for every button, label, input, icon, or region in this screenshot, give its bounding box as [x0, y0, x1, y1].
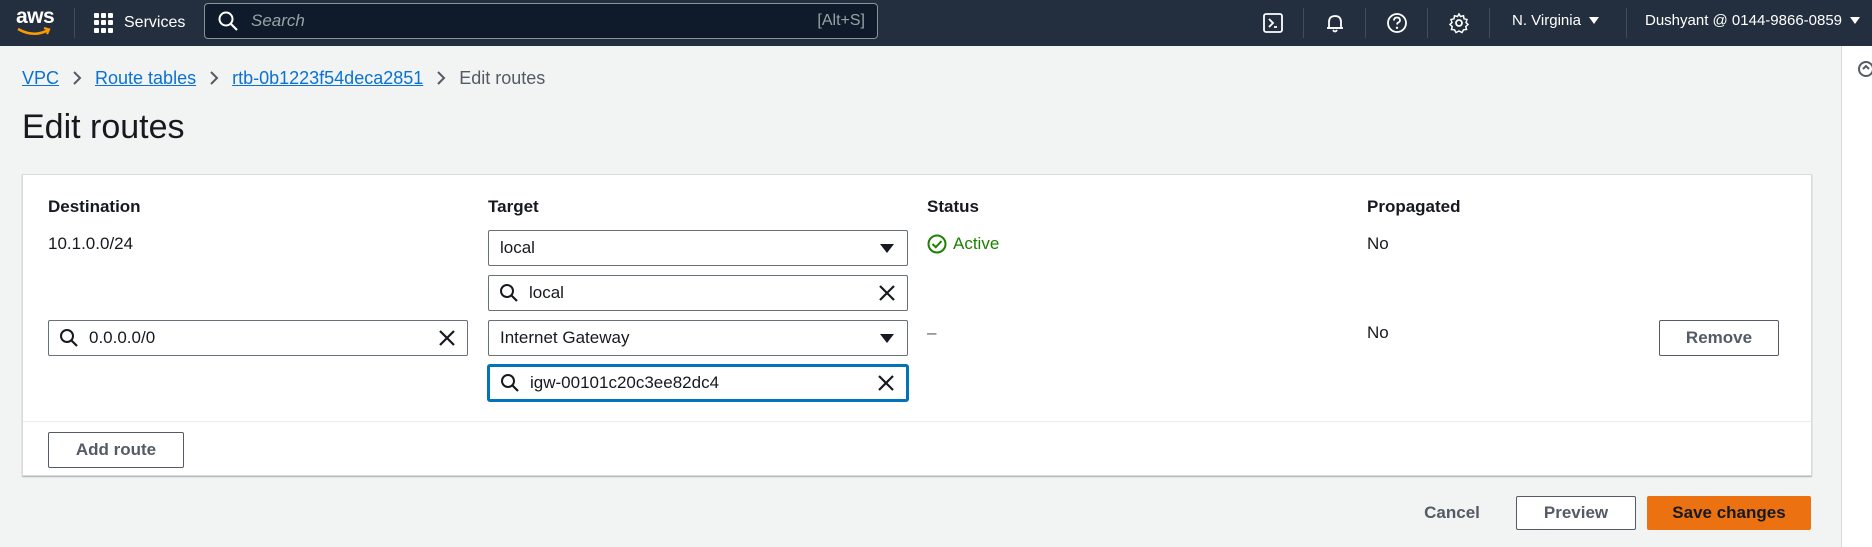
target-search-value: igw-00101c20c3ee82dc4	[530, 373, 720, 392]
help-icon	[1387, 13, 1407, 33]
search-icon	[218, 11, 238, 31]
breadcrumb-link-route-table-id[interactable]: rtb-0b1223f54deca2851	[232, 68, 423, 89]
chevron-right-icon	[435, 70, 447, 86]
column-header-status: Status	[927, 197, 979, 216]
top-navigation: aws Services Search [Alt+S] N. Virginia …	[0, 0, 1872, 46]
settings-gear-icon	[1448, 12, 1470, 34]
search-icon	[498, 282, 520, 304]
settings-button[interactable]	[1445, 9, 1473, 37]
column-header-propagated: Propagated	[1367, 197, 1461, 216]
account-menu[interactable]: Dushyant @ 0144-9866-0859	[1645, 12, 1861, 29]
card-divider	[23, 421, 1811, 422]
target-search-input[interactable]: local	[488, 275, 908, 311]
breadcrumb-link-vpc[interactable]: VPC	[22, 68, 59, 89]
chevron-down-icon	[1588, 17, 1599, 24]
status-empty: –	[927, 323, 937, 342]
chevron-right-icon	[208, 70, 220, 86]
tools-side-rail	[1841, 46, 1872, 547]
remove-route-button[interactable]: Remove	[1659, 320, 1779, 356]
target-type-select[interactable]: local	[488, 230, 908, 266]
target-search-input[interactable]: igw-00101c20c3ee82dc4	[488, 365, 908, 401]
global-search-input[interactable]: Search [Alt+S]	[204, 3, 878, 39]
column-header-target: Target	[488, 197, 539, 216]
info-panel-icon[interactable]	[1856, 58, 1872, 80]
account-label: Dushyant @ 0144-9866-0859	[1645, 12, 1843, 29]
services-menu-button[interactable]: Services	[94, 9, 185, 37]
aws-smile-icon	[17, 27, 51, 35]
dropdown-caret-icon	[880, 333, 894, 343]
preview-button[interactable]: Preview	[1516, 496, 1636, 530]
destination-cidr-value: 0.0.0.0/0	[89, 328, 156, 347]
nav-divider	[1489, 8, 1490, 38]
propagated-value: No	[1367, 323, 1389, 342]
destination-cidr-input[interactable]: 0.0.0.0/0	[48, 320, 468, 356]
breadcrumb-link-route-tables[interactable]: Route tables	[95, 68, 196, 89]
target-type-value: Internet Gateway	[500, 328, 630, 347]
add-route-button[interactable]: Add route	[48, 432, 184, 468]
help-button[interactable]	[1383, 9, 1411, 37]
search-shortcut-hint: [Alt+S]	[817, 12, 865, 29]
status-active: Active	[927, 234, 999, 254]
aws-logo-text: aws	[16, 5, 55, 28]
notifications-button[interactable]	[1321, 9, 1349, 37]
route-destination-text: 10.1.0.0/24	[48, 234, 134, 253]
nav-divider	[74, 8, 75, 38]
breadcrumb-current: Edit routes	[459, 67, 546, 88]
routes-table-container: Destination Target Status Propagated 10.…	[22, 174, 1812, 476]
target-type-select[interactable]: Internet Gateway	[488, 320, 908, 356]
search-placeholder: Search	[251, 11, 305, 30]
nav-divider	[1303, 8, 1304, 38]
target-search-value: local	[529, 283, 564, 302]
page-title: Edit routes	[22, 108, 185, 146]
clear-x-icon[interactable]	[876, 282, 898, 304]
propagated-value: No	[1367, 234, 1389, 253]
search-icon	[58, 327, 80, 349]
aws-logo[interactable]: aws	[12, 4, 58, 40]
clear-x-icon[interactable]	[875, 372, 897, 394]
cloudshell-icon	[1263, 13, 1283, 33]
nav-divider	[1365, 8, 1366, 38]
search-icon	[499, 372, 521, 394]
chevron-right-icon	[71, 70, 83, 86]
region-label: N. Virginia	[1512, 12, 1581, 29]
breadcrumb: VPC Route tables rtb-0b1223f54deca2851 E…	[22, 66, 545, 90]
region-selector[interactable]: N. Virginia	[1512, 12, 1599, 29]
cloudshell-button[interactable]	[1259, 9, 1287, 37]
dropdown-caret-icon	[880, 243, 894, 253]
nav-divider	[1626, 8, 1627, 38]
status-check-icon	[927, 234, 947, 254]
status-label: Active	[953, 234, 1000, 253]
nav-divider	[1427, 8, 1428, 38]
notifications-bell-icon	[1327, 15, 1343, 33]
clear-x-icon[interactable]	[436, 327, 458, 349]
services-grid-icon	[94, 13, 114, 33]
cancel-button[interactable]: Cancel	[1408, 496, 1496, 530]
column-header-destination: Destination	[48, 197, 141, 216]
save-changes-button[interactable]: Save changes	[1647, 496, 1811, 530]
target-type-value: local	[500, 238, 535, 257]
services-label: Services	[124, 14, 186, 31]
chevron-down-icon	[1850, 17, 1861, 24]
